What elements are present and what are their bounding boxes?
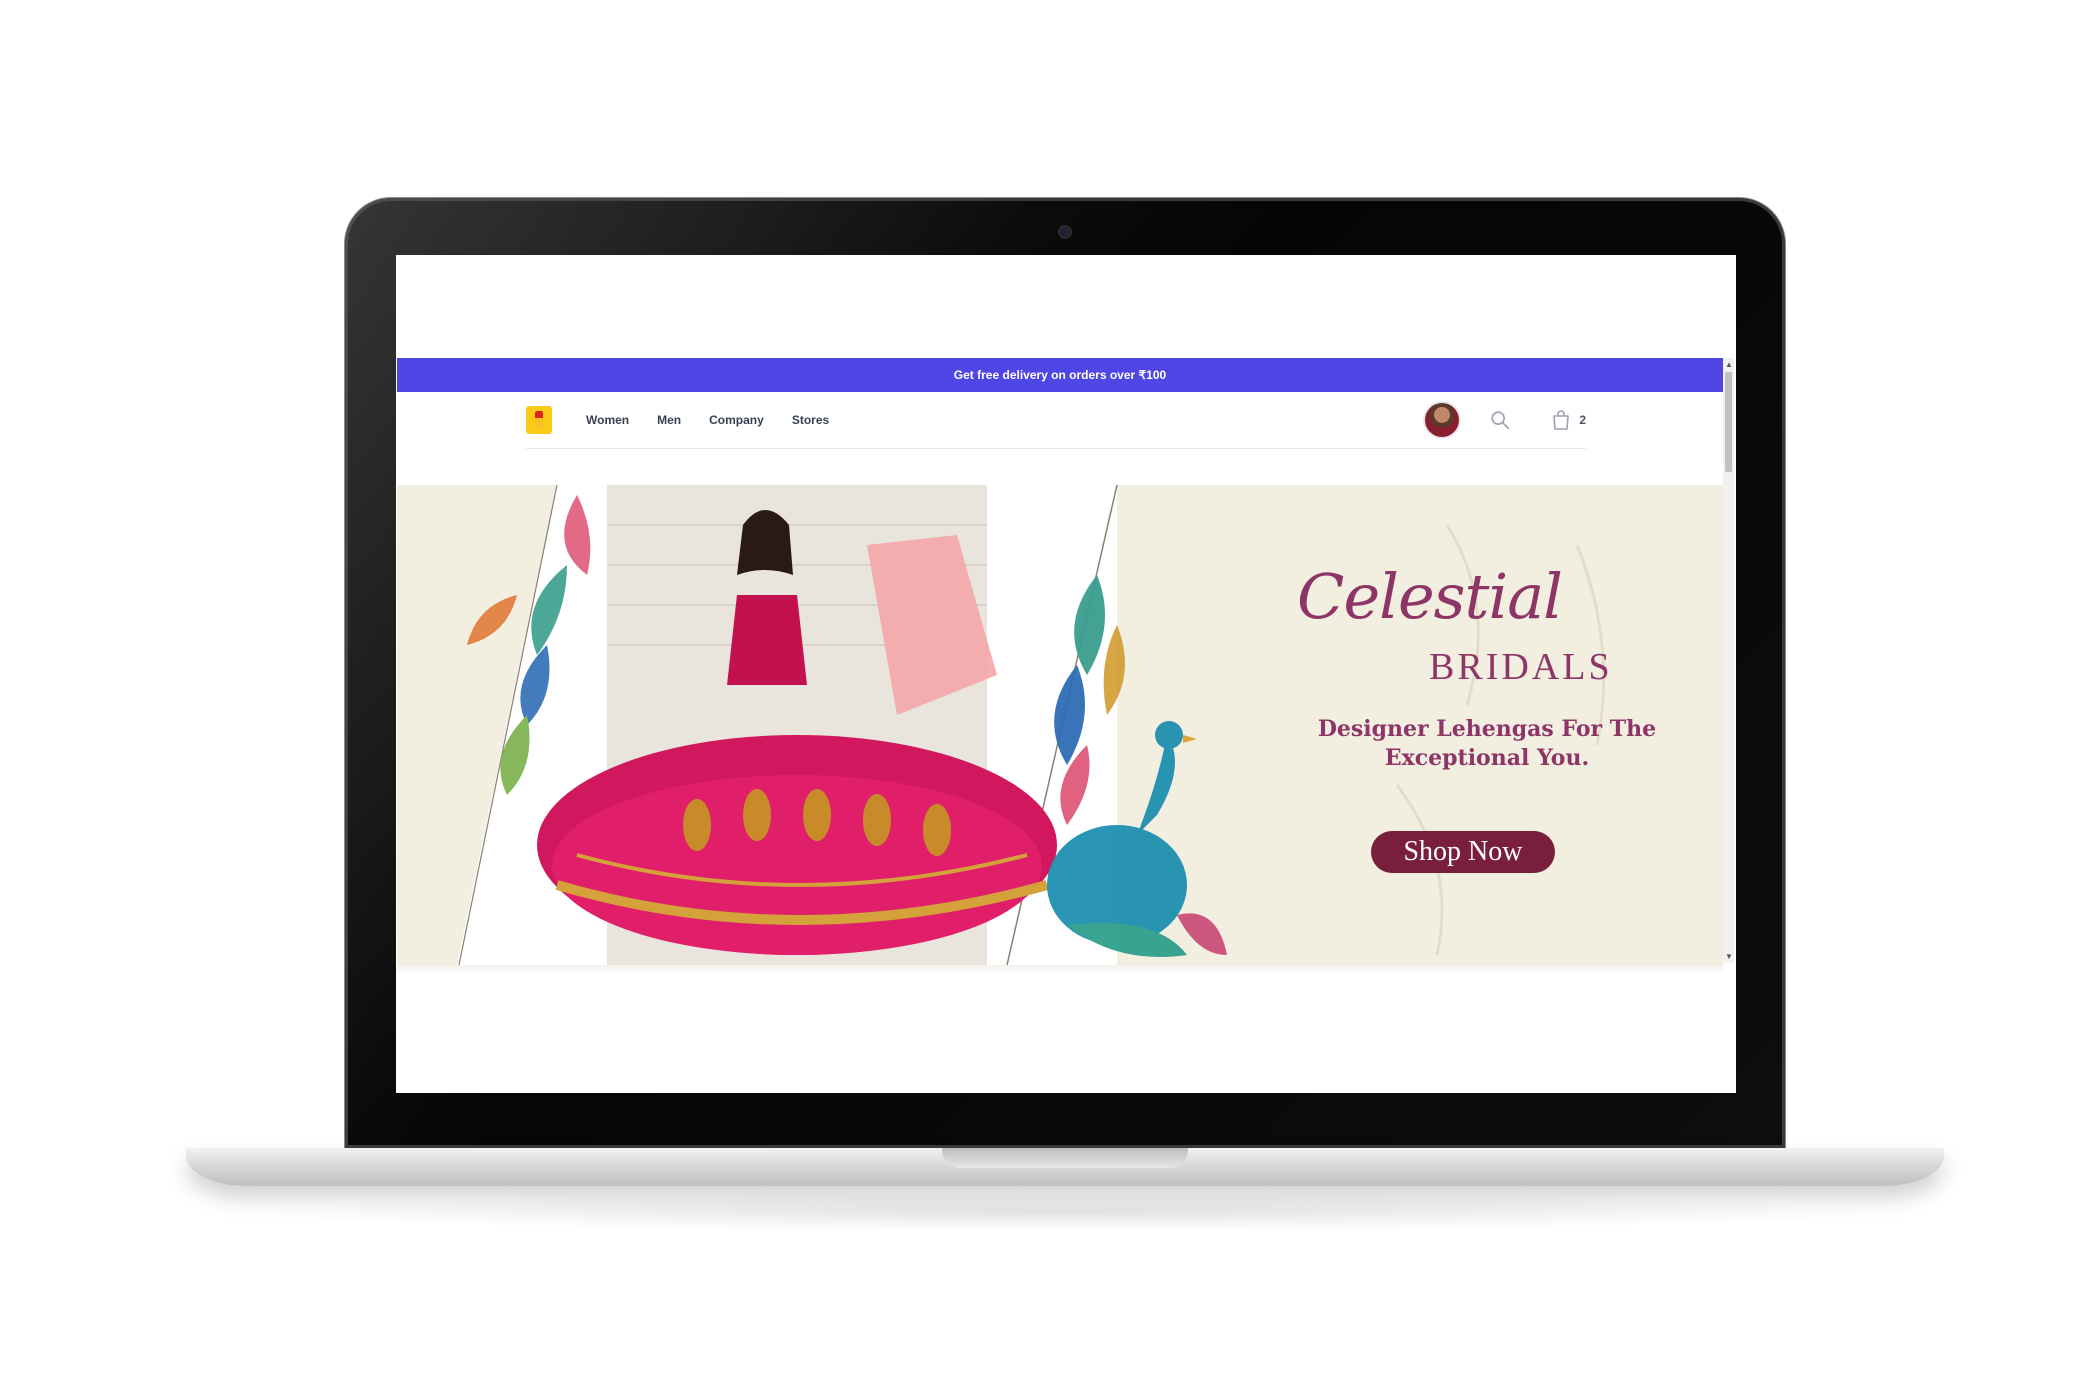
hero-tagline-line2: Exceptional You.	[1384, 745, 1590, 771]
hero-subtitle: BRIDALS	[1429, 646, 1613, 688]
search-icon[interactable]	[1489, 409, 1511, 431]
laptop-base-notch	[942, 1148, 1188, 1168]
scrollbar[interactable]: ▲ ▼	[1723, 358, 1734, 963]
nav-link-stores[interactable]: Stores	[792, 413, 829, 427]
laptop-screen: Get free delivery on orders over ₹100 Wo…	[396, 255, 1736, 1093]
hero-tagline-line1: Designer Lehengas For The	[1317, 716, 1657, 742]
scroll-up-icon[interactable]: ▲	[1725, 360, 1733, 369]
avatar[interactable]	[1425, 403, 1460, 437]
hero-tagline: Designer Lehengas For The Exceptional Yo…	[1297, 715, 1677, 773]
cart-button[interactable]: 2	[1551, 409, 1586, 431]
scroll-thumb[interactable]	[1725, 372, 1732, 472]
shopping-bag-icon	[1553, 410, 1570, 430]
promo-bar: Get free delivery on orders over ₹100	[397, 358, 1723, 392]
shop-now-button[interactable]: Shop Now	[1371, 831, 1555, 873]
hero-banner[interactable]: Celestial BRIDALS Designer Lehengas For …	[397, 485, 1723, 965]
nav-right: 2	[1425, 403, 1586, 437]
navbar: Women Men Company Stores 2	[526, 392, 1586, 449]
nav-link-company[interactable]: Company	[709, 413, 764, 427]
blouse	[727, 595, 807, 685]
logo[interactable]	[526, 406, 552, 434]
scroll-down-icon[interactable]: ▼	[1725, 952, 1733, 961]
nav-link-women[interactable]: Women	[586, 413, 629, 427]
hero-title: Celestial	[1297, 560, 1563, 633]
cart-count: 2	[1579, 413, 1586, 427]
nav-links: Women Men Company Stores	[586, 413, 829, 427]
next-section-peek	[397, 965, 1723, 975]
nav-link-men[interactable]: Men	[657, 413, 681, 427]
promo-text: Get free delivery on orders over ₹100	[953, 368, 1167, 382]
laptop-shadow	[240, 1192, 1890, 1232]
webcam	[1060, 227, 1070, 237]
